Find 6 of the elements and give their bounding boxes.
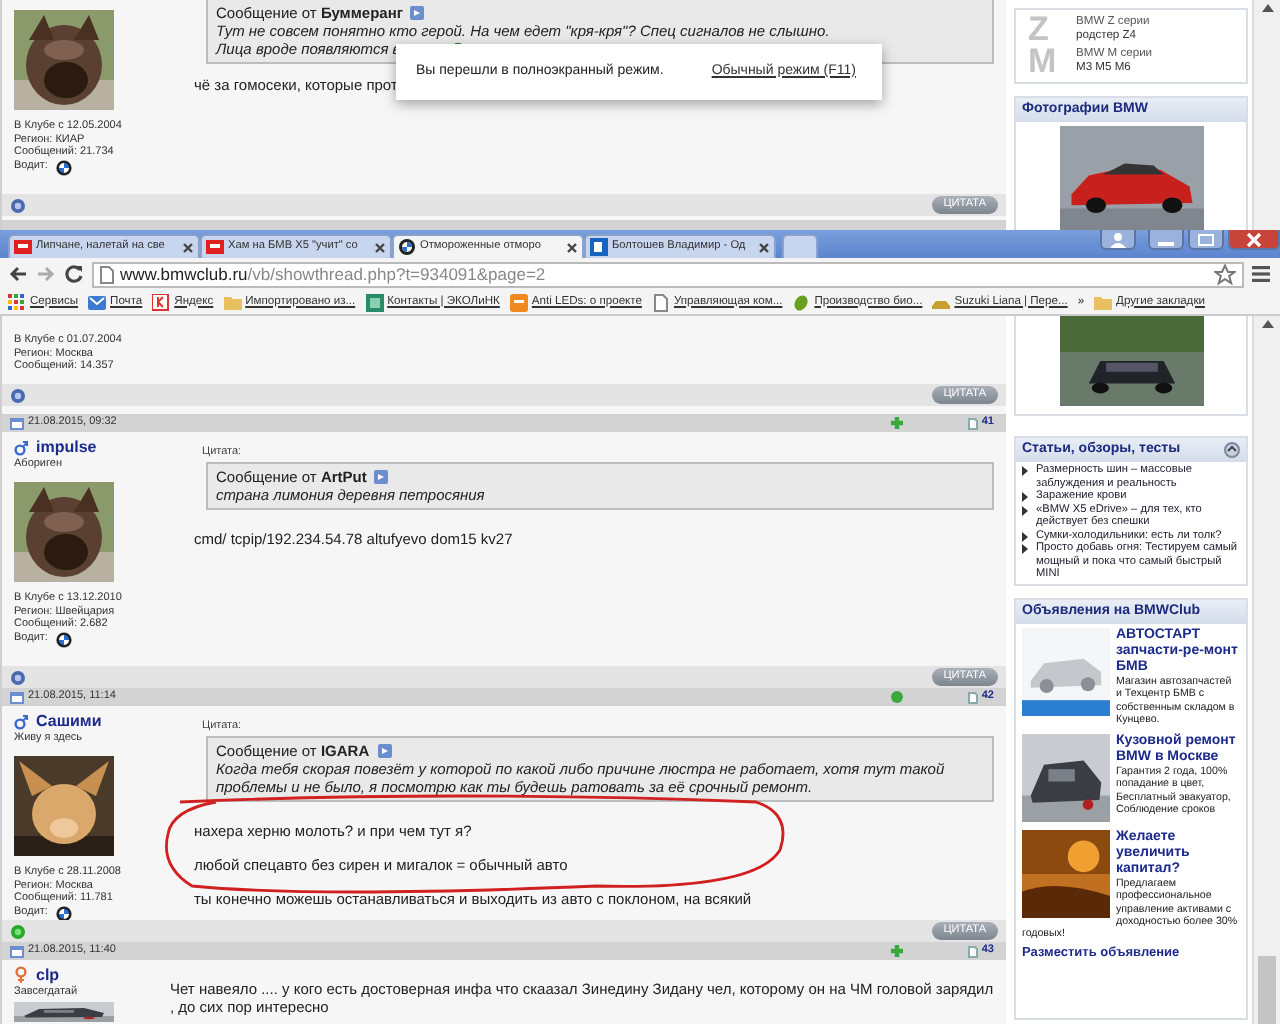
username-link[interactable]: impulse	[36, 438, 97, 458]
model-letter: Z	[1028, 14, 1051, 46]
username-link[interactable]: Сашими	[36, 712, 102, 732]
username-link[interactable]: clp	[36, 966, 60, 986]
model-letter: M	[1028, 46, 1059, 78]
address-bar[interactable]: www.bmwclub.ru/vb/showthread.php?t=934091&page=2	[92, 261, 1244, 287]
